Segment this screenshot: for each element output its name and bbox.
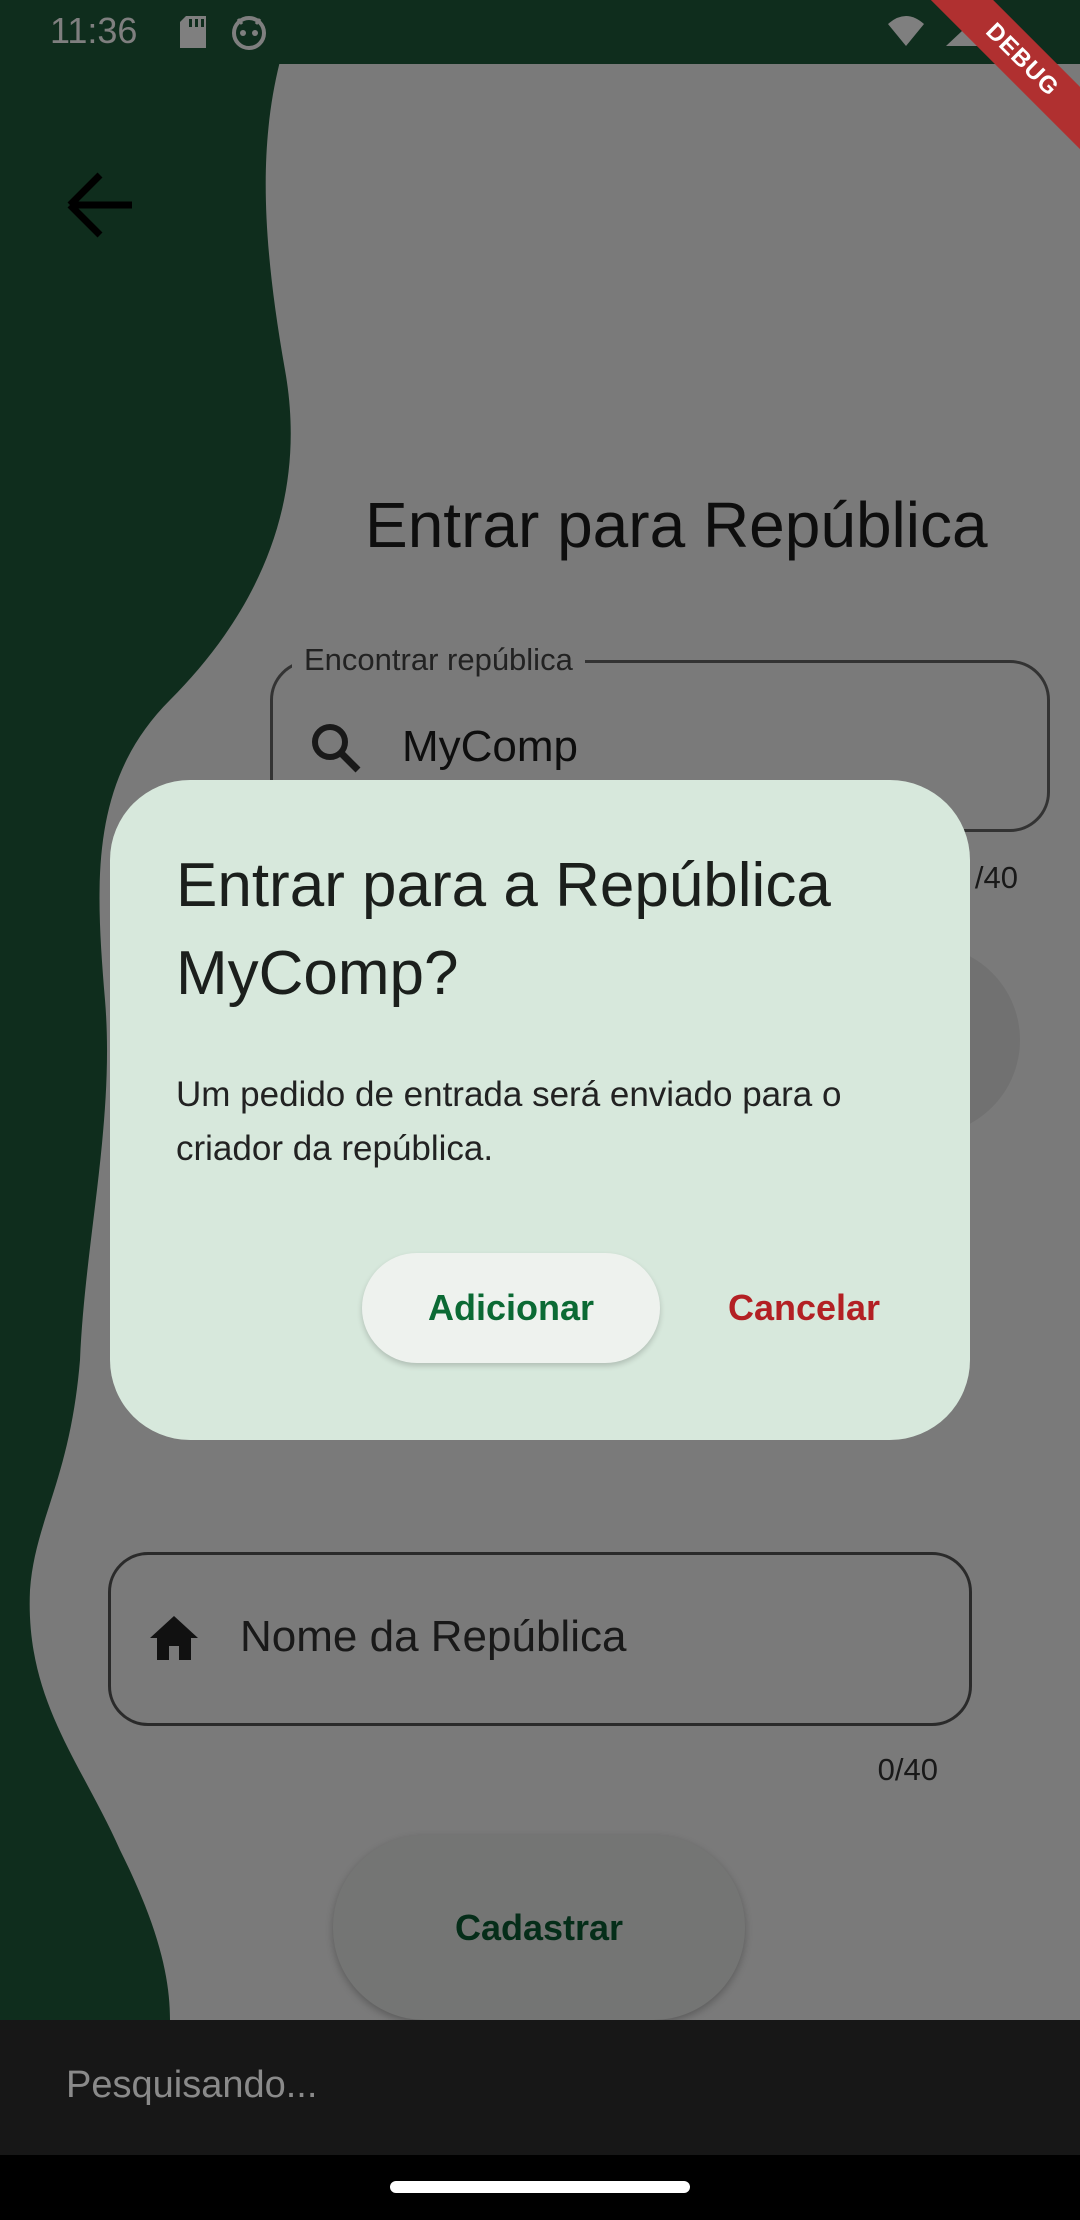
home-gesture-handle[interactable]: [390, 2181, 690, 2193]
navigation-bar: [0, 2155, 1080, 2220]
confirm-button[interactable]: Adicionar: [362, 1253, 660, 1363]
debug-banner-label: DEBUG: [928, 0, 1080, 154]
dialog-title: Entrar para a República MyComp?: [176, 851, 831, 1008]
cancel-button[interactable]: Cancelar: [680, 1253, 928, 1363]
snackbar-text: Pesquisando...: [66, 2064, 318, 2106]
debug-banner: DEBUG: [920, 0, 1080, 160]
join-dialog: Entrar para a República MyComp? Um pedid…: [110, 780, 970, 1440]
dialog-body: Um pedido de entrada será enviado para o…: [176, 1075, 842, 1168]
snackbar: Pesquisando...: [0, 2020, 1080, 2155]
